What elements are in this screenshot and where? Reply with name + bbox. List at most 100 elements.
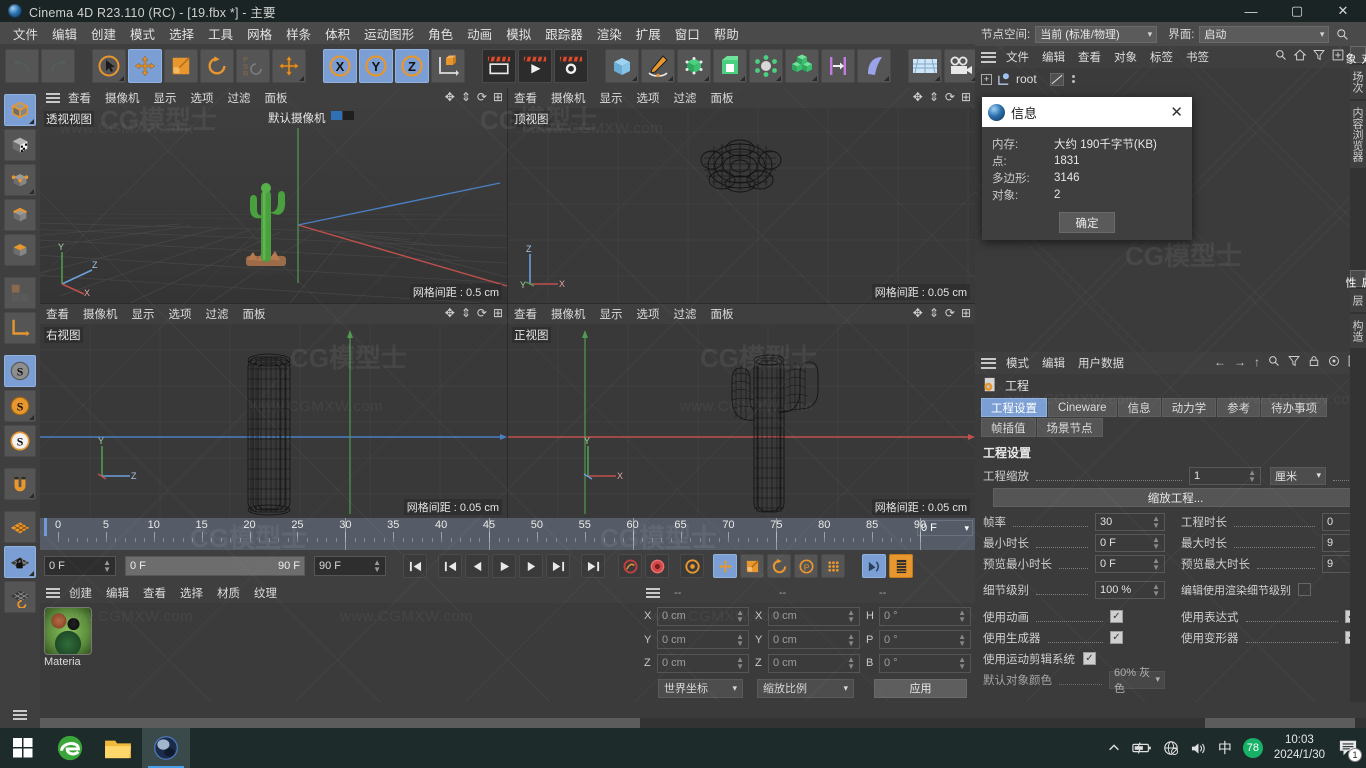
expand-icon[interactable]: + [981,73,992,85]
key-parameter-button[interactable]: P [794,554,818,578]
search-icon[interactable] [1268,355,1280,369]
use-generator-checkbox[interactable]: ✓ [1110,631,1123,644]
menu-item-8[interactable]: 体积 [318,22,357,45]
viewport-menu-item[interactable]: 面板 [243,306,274,322]
zoom-icon[interactable]: ⇕ [929,306,939,320]
attr-menu-item[interactable]: 编辑 [1042,355,1065,371]
viewport-canvas-front[interactable]: 正视图 网格间距 : 0.05 cm Y X [508,324,975,518]
viewport-menu-item[interactable]: 选项 [169,306,200,322]
close-button[interactable]: ✕ [1320,0,1366,22]
viewport-canvas-right[interactable]: 右视图 网格间距 : 0.05 cm Y Z [40,324,507,518]
taskbar-explorer-icon[interactable] [94,728,142,768]
viewport-menu-item[interactable]: 选项 [637,306,668,322]
fps-input[interactable]: 30 ▲ ▼ [1095,512,1165,531]
menu-item-9[interactable]: 运动图形 [357,22,421,45]
taskbar-browser-icon[interactable] [46,728,94,768]
lock-workplane-button[interactable] [4,546,36,578]
volume-icon[interactable] [1190,741,1207,756]
attribute-tab-4[interactable]: 参考 [1217,398,1261,417]
apply-button[interactable]: 应用 [874,678,967,698]
mograph-button[interactable] [785,49,819,83]
zoom-icon[interactable]: ⇕ [461,90,471,104]
menu-item-4[interactable]: 选择 [162,22,201,45]
attr-menu-item[interactable]: 用户数据 [1078,355,1124,371]
menu-item-7[interactable]: 样条 [279,22,318,45]
coordinate-system-select[interactable]: 世界坐标 ▾ [658,678,743,698]
next-frame-button[interactable] [519,554,543,578]
camera-toggle-icons[interactable] [331,111,354,120]
menu-item-17[interactable]: 帮助 [707,22,746,45]
generator-button[interactable] [677,49,711,83]
menu-icon[interactable] [981,51,996,63]
menu-item-2[interactable]: 创建 [84,22,123,45]
axis-mode-button[interactable] [4,312,36,344]
pan-icon[interactable]: ✥ [913,306,923,320]
viewport-menu-item[interactable]: 选项 [637,90,668,106]
minimize-button[interactable]: — [1228,0,1274,22]
attribute-tab-6[interactable]: 帧插值 [981,418,1036,437]
spinner-icon[interactable]: ▲ ▼ [1248,468,1256,483]
notification-icon[interactable]: 1 [1336,736,1362,762]
current-frame-input[interactable]: 0 F ▲ ▼ [44,556,116,576]
deformer-button[interactable] [713,49,747,83]
world-object-coordinate-button[interactable] [431,49,465,83]
security-badge[interactable]: 78 [1242,738,1263,758]
clock[interactable]: 10:03 2024/1/30 [1274,733,1325,763]
up-level-icon[interactable]: ↑ [1254,355,1260,369]
record-active-objects-button[interactable] [618,554,642,578]
node-space-select[interactable]: 当前 (标准/物理) ▾ [1035,25,1158,43]
material-list[interactable]: Materia [40,603,640,702]
viewport-menu-item[interactable]: 面板 [711,90,742,106]
undo-button[interactable] [5,49,39,83]
spinner-icon[interactable]: ▲ ▼ [1152,556,1160,571]
menu-item-0[interactable]: 文件 [6,22,45,45]
render-view-button[interactable] [482,49,516,83]
scale-tool-button[interactable] [164,49,198,83]
lock-y-axis-button[interactable]: Y [359,49,393,83]
search-icon[interactable] [1334,26,1350,42]
play-button[interactable] [492,554,516,578]
spinner-icon[interactable]: ▲ ▼ [103,559,111,574]
spinner-icon[interactable]: ▲ ▼ [847,609,855,624]
viewport-canvas-perspective[interactable]: 透视视图 默认摄像机 网格间距 : 0.5 cm Y Z X [40,108,507,303]
point-level-animation-button[interactable] [821,554,845,578]
menu-item-13[interactable]: 跟踪器 [538,22,590,45]
menu-item-10[interactable]: 角色 [421,22,460,45]
taskbar-cinema4d-icon[interactable] [142,728,190,768]
lock-icon[interactable] [1308,355,1320,369]
edge-mode-button[interactable] [4,199,36,231]
toggle-animation-layer-button[interactable] [862,554,886,578]
om-menu-item[interactable]: 文件 [1006,49,1029,65]
project-scale-input[interactable]: 1 ▲ ▼ [1189,466,1261,485]
network-icon[interactable] [1163,740,1179,756]
zoom-icon[interactable]: ⇕ [461,306,471,320]
rotate-icon[interactable]: ⟳ [945,90,955,104]
viewport-menu-item[interactable]: 查看 [514,306,545,322]
spinner-icon[interactable]: ▲ ▼ [1152,582,1160,597]
viewport-menu-item[interactable]: 摄像机 [551,306,594,322]
vtab-content-browser[interactable]: 内容浏览器 [1350,101,1366,168]
spline-pen-button[interactable] [641,49,675,83]
viewport-menu-item[interactable]: 过滤 [206,306,237,322]
attribute-tab-7[interactable]: 场景节点 [1036,418,1103,437]
om-menu-item[interactable]: 编辑 [1042,49,1065,65]
material-thumbnail[interactable] [44,607,92,655]
rotation-p-input[interactable]: 0 ° ▲ ▼ [879,630,971,650]
position-x-input[interactable]: 0 cm ▲ ▼ [657,606,749,626]
material-menu-item[interactable]: 查看 [143,585,166,601]
rotation-h-input[interactable]: 0 ° ▲ ▼ [879,606,971,626]
key-rotation-button[interactable] [767,554,791,578]
spinner-icon[interactable]: ▲ ▼ [847,656,855,671]
menu-icon[interactable] [646,587,660,598]
spinner-icon[interactable]: ▲ ▼ [958,632,966,647]
workplane-grid-button[interactable] [4,511,36,543]
attribute-tab-5[interactable]: 待办事项 [1261,398,1328,417]
start-button[interactable] [0,728,46,768]
viewport-right[interactable]: 查看 摄像机 显示 选项 过滤 面板 ✥ ⇕ ⟳ ⊞ 右视图 网格间距: 0.… [40,304,507,518]
enable-axis-button[interactable]: S [4,355,36,387]
viewport-menu-item[interactable]: 摄像机 [551,90,594,106]
om-menu-item[interactable]: 标签 [1150,49,1173,65]
spinner-icon[interactable]: ▲ ▼ [1152,535,1160,550]
keyframe-selection-button[interactable] [680,554,704,578]
viewport-canvas-top[interactable]: 顶视图 网格间距 : 0.05 cm Z X Y [508,108,975,303]
